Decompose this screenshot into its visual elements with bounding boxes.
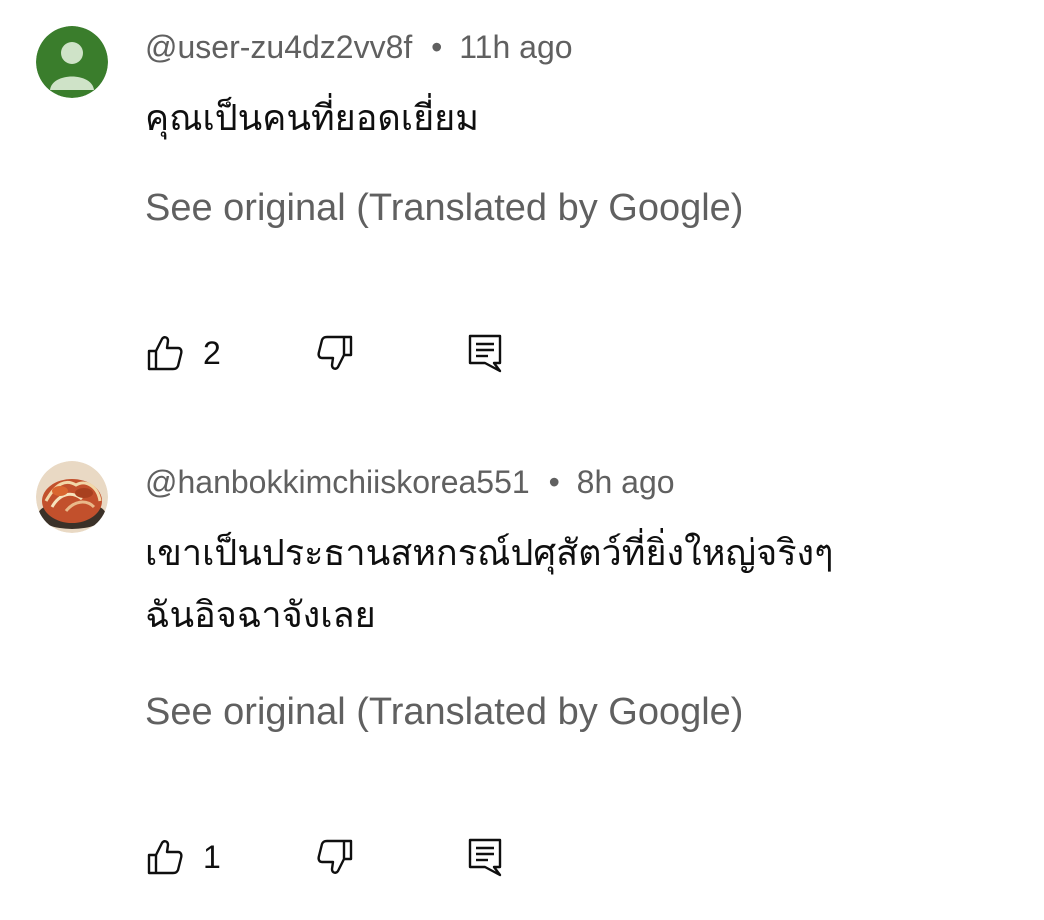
- comment-timestamp: 8h ago: [576, 464, 675, 500]
- comment-text-line: คุณเป็นคนที่ยอดเยี่ยม: [145, 98, 479, 139]
- comment-text-line: ฉันอิจฉาจังเลย: [145, 595, 376, 636]
- thumbs-down-icon: [317, 335, 353, 370]
- dislike-button[interactable]: [315, 328, 355, 378]
- reply-comment-icon: [468, 334, 502, 373]
- comment-meta: @user-zu4dz2vv8f • 11h ago: [145, 27, 573, 67]
- thumbs-up-icon: [147, 336, 183, 371]
- comment-item: @hanbokkimchiiskorea551 • 8h ago เขาเป็น…: [0, 435, 1044, 920]
- comment-text: เขาเป็นประธานสหกรณ์ปศุสัตว์ที่ยิ่งใหญ่จร…: [145, 523, 833, 647]
- like-button[interactable]: 1: [145, 832, 221, 882]
- meta-separator: •: [548, 464, 560, 500]
- thumbs-up-icon: [147, 840, 183, 875]
- see-original-link[interactable]: See original (Translated by Google): [145, 185, 743, 231]
- like-count: 1: [203, 838, 221, 875]
- thumbs-down-icon: [317, 839, 353, 874]
- avatar[interactable]: [36, 26, 108, 98]
- comment-item: @user-zu4dz2vv8f • 11h ago คุณเป็นคนที่ย…: [0, 0, 1044, 420]
- comment-actions: 1: [145, 832, 545, 882]
- author-handle[interactable]: @user-zu4dz2vv8f: [145, 29, 412, 65]
- comment-actions: 2: [145, 328, 545, 378]
- comment-timestamp: 11h ago: [459, 29, 573, 65]
- like-count: 2: [203, 334, 221, 371]
- comment-text: คุณเป็นคนที่ยอดเยี่ยม: [145, 88, 479, 150]
- meta-separator: •: [431, 29, 443, 65]
- dislike-button[interactable]: [315, 832, 355, 882]
- reply-button[interactable]: [465, 328, 505, 378]
- see-original-link[interactable]: See original (Translated by Google): [145, 689, 743, 735]
- like-button[interactable]: 2: [145, 328, 221, 378]
- comment-text-line: เขาเป็นประธานสหกรณ์ปศุสัตว์ที่ยิ่งใหญ่จร…: [145, 533, 834, 574]
- comment-meta: @hanbokkimchiiskorea551 • 8h ago: [145, 462, 675, 502]
- kimchi-photo-avatar-icon: [36, 461, 108, 533]
- reply-comment-icon: [468, 838, 502, 877]
- author-handle[interactable]: @hanbokkimchiiskorea551: [145, 464, 530, 500]
- reply-button[interactable]: [465, 832, 505, 882]
- default-user-avatar-icon: [36, 26, 108, 98]
- avatar[interactable]: [36, 461, 108, 533]
